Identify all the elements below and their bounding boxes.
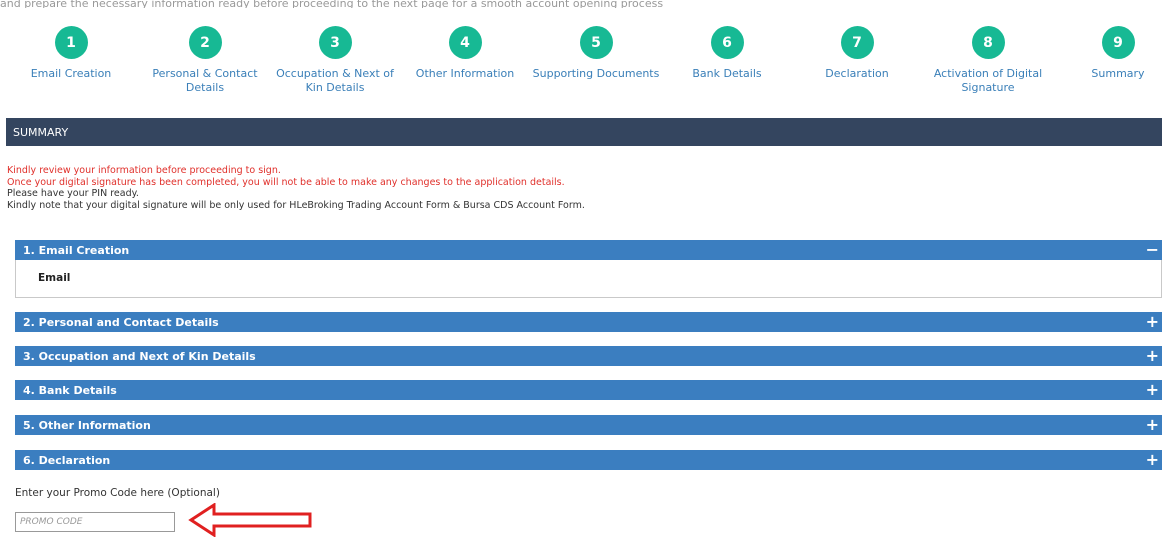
- no-changes-warning: Once your digital signature has been com…: [7, 176, 565, 188]
- step-other-information[interactable]: 4 Other Information: [400, 26, 530, 81]
- step-label: Bank Details: [692, 67, 762, 80]
- step-number-badge: 7: [840, 26, 874, 59]
- step-label: Summary: [1091, 67, 1145, 80]
- section-declaration-header[interactable]: 6. Declaration +: [15, 450, 1162, 470]
- expand-icon[interactable]: +: [1146, 381, 1159, 399]
- step-number-badge: 1: [54, 26, 88, 59]
- summary-notes: Kindly review your information before pr…: [7, 165, 585, 211]
- section-title: 1. Email Creation: [23, 243, 130, 257]
- step-personal-contact[interactable]: 2 Personal & Contact Details: [140, 26, 270, 95]
- section-title: 5. Other Information: [23, 418, 151, 432]
- step-label: Occupation & Next of Kin Details: [276, 67, 394, 94]
- step-occupation-kin[interactable]: 3 Occupation & Next of Kin Details: [270, 26, 400, 95]
- step-number-badge: 6: [710, 26, 744, 59]
- section-personal-contact-header[interactable]: 2. Personal and Contact Details +: [15, 312, 1162, 332]
- pin-notice: Please have your PIN ready.: [7, 188, 139, 199]
- step-label: Personal & Contact Details: [152, 67, 258, 94]
- step-label: Other Information: [415, 67, 515, 80]
- step-number-badge: 4: [448, 26, 482, 59]
- collapse-icon[interactable]: −: [1146, 241, 1159, 259]
- step-number-badge: 5: [579, 26, 613, 59]
- step-summary[interactable]: 9 Summary: [1073, 26, 1162, 81]
- step-email-creation[interactable]: 1 Email Creation: [6, 26, 136, 81]
- step-bank-details[interactable]: 6 Bank Details: [662, 26, 792, 81]
- review-notice: Kindly review your information before pr…: [7, 165, 281, 176]
- promo-code-input[interactable]: [15, 512, 175, 532]
- red-arrow-annotation-icon: [188, 503, 312, 537]
- section-other-information-header[interactable]: 5. Other Information +: [15, 415, 1162, 435]
- expand-icon[interactable]: +: [1146, 416, 1159, 434]
- section-title: 4. Bank Details: [23, 383, 117, 397]
- section-title: 3. Occupation and Next of Kin Details: [23, 349, 256, 363]
- step-number-badge: 8: [971, 26, 1005, 59]
- cropped-instruction-text: and prepare the necessary information re…: [0, 0, 664, 8]
- progress-steps: 1 Email Creation 2 Personal & Contact De…: [0, 26, 1162, 104]
- step-supporting-documents[interactable]: 5 Supporting Documents: [531, 26, 661, 81]
- step-label: Declaration: [825, 67, 889, 80]
- step-number-badge: 9: [1101, 26, 1135, 59]
- expand-icon[interactable]: +: [1146, 313, 1159, 331]
- summary-header-bar: SUMMARY: [6, 118, 1162, 146]
- section-occupation-kin-header[interactable]: 3. Occupation and Next of Kin Details +: [15, 346, 1162, 366]
- section-email-creation-body: Email: [15, 260, 1162, 298]
- section-bank-details-header[interactable]: 4. Bank Details +: [15, 380, 1162, 400]
- section-title: 2. Personal and Contact Details: [23, 315, 219, 329]
- step-label: Supporting Documents: [532, 67, 660, 80]
- step-declaration[interactable]: 7 Declaration: [792, 26, 922, 81]
- expand-icon[interactable]: +: [1146, 347, 1159, 365]
- promo-code-label: Enter your Promo Code here (Optional): [15, 487, 220, 499]
- step-label: Email Creation: [30, 67, 112, 80]
- step-number-badge: 2: [188, 26, 222, 59]
- step-digital-signature[interactable]: 8 Activation of Digital Signature: [923, 26, 1053, 95]
- section-email-creation-header[interactable]: 1. Email Creation −: [15, 240, 1162, 260]
- step-number-badge: 3: [318, 26, 352, 59]
- expand-icon[interactable]: +: [1146, 451, 1159, 469]
- email-field-label: Email: [38, 272, 71, 284]
- step-label: Activation of Digital Signature: [933, 67, 1043, 94]
- section-title: 6. Declaration: [23, 453, 111, 467]
- signature-usage-notice: Kindly note that your digital signature …: [7, 199, 585, 211]
